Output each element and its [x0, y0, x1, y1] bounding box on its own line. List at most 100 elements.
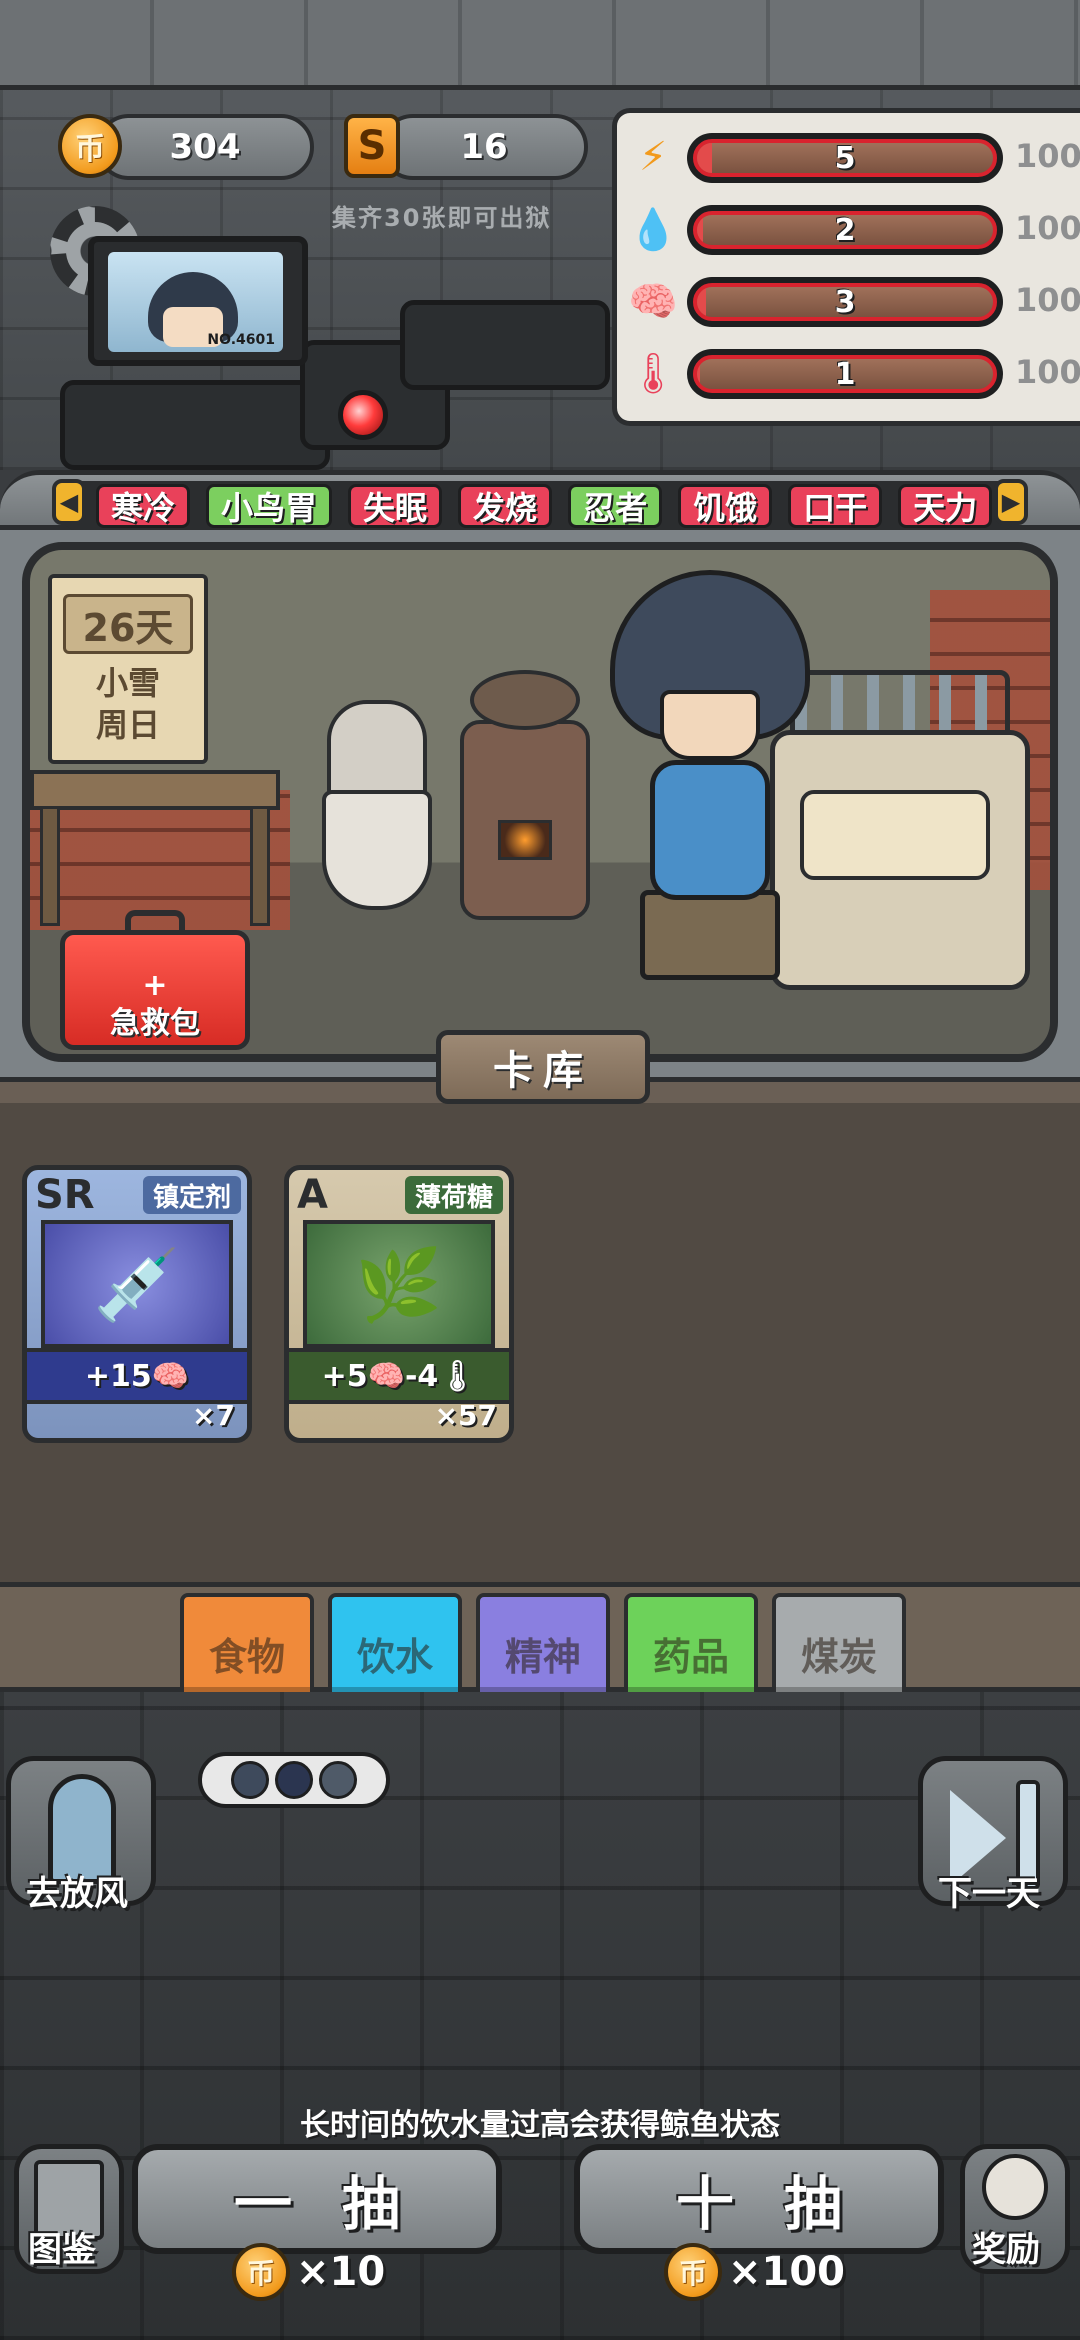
- ten-draw-cost: 币 ×100: [664, 2240, 845, 2304]
- status-chip[interactable]: 饥饿: [678, 484, 773, 528]
- stat-value: 2: [834, 212, 856, 248]
- card-sedative[interactable]: 💉 SR 镇定剂 +15🧠 ×7: [22, 1165, 252, 1443]
- ticket-counter: 16: [380, 114, 588, 180]
- desk-leg: [40, 806, 60, 926]
- card-effect: +15🧠: [27, 1348, 247, 1404]
- single-draw-button[interactable]: 一抽: [132, 2144, 502, 2254]
- prisoner-face: [660, 690, 760, 760]
- cellmates-thought-bubble: [198, 1752, 390, 1808]
- card-library-area: 💉 SR 镇定剂 +15🧠 ×7 🌿 A 薄荷糖 +5🧠-4🌡 ×57: [0, 1077, 1080, 1595]
- prisoner-head-icon: [319, 1761, 357, 1799]
- stat-row: 🧠 3 100: [628, 271, 1080, 331]
- coin-icon: 币: [58, 114, 122, 178]
- first-aid-label: 急救包: [110, 1006, 200, 1041]
- card-effect: +5🧠-4🌡: [289, 1348, 509, 1404]
- card-count: ×7: [192, 1399, 235, 1432]
- brain-icon: 🧠: [628, 278, 678, 325]
- scroll-left-arrow-icon[interactable]: ◀: [52, 479, 86, 525]
- alarm-light-icon: [338, 390, 388, 440]
- stat-max: 100: [1015, 281, 1080, 319]
- ticket-count: 16: [460, 127, 508, 167]
- thermometer-icon: 🌡: [627, 350, 679, 397]
- machine-base: [60, 380, 330, 470]
- single-draw-cost: 币 ×10: [232, 2240, 385, 2304]
- status-chip[interactable]: 寒冷: [96, 484, 191, 528]
- tab-card-library[interactable]: 卡库: [436, 1030, 650, 1104]
- stat-bar: 1: [687, 349, 1003, 399]
- cellmate-head-icon: [231, 1761, 269, 1799]
- stat-row: 🌡 1 100: [627, 343, 1080, 403]
- card-count: ×57: [434, 1399, 497, 1432]
- status-chip[interactable]: 天力: [898, 484, 993, 528]
- stat-max: 100: [1015, 209, 1080, 247]
- next-day-label: 下一天: [938, 1874, 1040, 1914]
- calendar-weekday: 周日: [95, 706, 160, 744]
- status-chip[interactable]: 失眠: [348, 484, 443, 528]
- status-chip[interactable]: 忍者: [568, 484, 663, 528]
- monitor-screen: NO.4601: [108, 252, 283, 352]
- category-bar: 食物 饮水 精神 药品 煤炭: [0, 1582, 1080, 1713]
- single-draw-cost-value: ×10: [296, 2249, 386, 2295]
- prisoner-id: NO.4601: [207, 332, 275, 348]
- stove-fire: [498, 820, 552, 860]
- prison-cell-scene: 26天 小雪 周日 + 急救包: [0, 530, 1080, 1090]
- ventilate-label: 去放风: [26, 1874, 128, 1914]
- coin-icon: 币: [232, 2243, 290, 2301]
- pillow: [800, 790, 990, 880]
- calendar: 26天 小雪 周日: [48, 574, 208, 764]
- ticket-icon: S: [344, 114, 400, 178]
- card-rank: SR: [35, 1172, 95, 1218]
- coin-count: 304: [169, 127, 241, 167]
- status-chip[interactable]: 小鸟胃: [206, 484, 333, 528]
- calendar-day: 26天: [63, 594, 193, 654]
- water-drop-icon: 💧: [628, 206, 678, 253]
- stool: [640, 890, 780, 980]
- desk: [30, 770, 280, 810]
- stat-value: 1: [834, 356, 856, 392]
- lightning-icon: ⚡: [638, 134, 668, 180]
- stat-bar: 5: [687, 133, 1003, 183]
- stat-row: ⚡ 5 100: [631, 127, 1080, 187]
- toilet[interactable]: [322, 700, 432, 920]
- mint-leaf-icon: 🌿: [355, 1244, 443, 1326]
- gameplay-tip: 长时间的饮水量过高会获得鲸鱼状态: [300, 2108, 780, 2143]
- first-aid-kit-button[interactable]: + 急救包: [60, 910, 250, 1050]
- ten-draw-cost-value: ×100: [728, 2249, 846, 2295]
- calendar-weather: 小雪: [95, 664, 160, 702]
- stat-value: 5: [834, 140, 856, 176]
- status-chip[interactable]: 口干: [788, 484, 883, 528]
- prisoner-body: [650, 760, 770, 900]
- card-name: 薄荷糖: [404, 1176, 503, 1214]
- card-mint-candy[interactable]: 🌿 A 薄荷糖 +5🧠-4🌡 ×57: [284, 1165, 514, 1443]
- prisoner-character[interactable]: [610, 570, 810, 1000]
- prisoner-monitor: NO.4601: [88, 236, 308, 366]
- toilet-bowl: [322, 790, 432, 910]
- desk-leg: [250, 806, 270, 926]
- stove-lid: [470, 670, 580, 730]
- mouse-icon: [982, 2154, 1048, 2220]
- card-name: 镇定剂: [142, 1176, 241, 1214]
- stat-max: 100: [1015, 353, 1080, 391]
- stats-board: ⚡ 5 100 💧 2 100 🧠 3 100 🌡 1 100: [612, 108, 1080, 426]
- card-art: 🌿: [303, 1220, 495, 1348]
- stat-max: 100: [1015, 137, 1080, 175]
- status-chip[interactable]: 发烧: [458, 484, 553, 528]
- coin-icon: 币: [664, 2243, 722, 2301]
- ceiling-planks: [0, 0, 1080, 90]
- reward-label: 奖励: [972, 2230, 1040, 2270]
- toilet-tank: [327, 700, 427, 800]
- cell-frame: 26天 小雪 周日 + 急救包: [22, 542, 1058, 1062]
- card-rank: A: [297, 1172, 328, 1218]
- syringe-icon: 💉: [93, 1244, 181, 1326]
- collect-hint: 集齐30张即可出狱: [332, 204, 552, 232]
- scroll-right-arrow-icon[interactable]: ▶: [994, 479, 1028, 525]
- guard-head-icon: [275, 1761, 313, 1799]
- catalog-label: 图鉴: [28, 2230, 96, 2270]
- status-effect-track: 寒冷 小鸟胃 失眠 发烧 忍者 饥饿 口干 天力: [56, 481, 1022, 531]
- top-area: 304 币 16 S 集齐30张即可出狱 NO.4601 ⚡ 5 100 💧 2 100 🧠…: [0, 0, 1080, 470]
- status-effect-strip: 寒冷 小鸟胃 失眠 发烧 忍者 饥饿 口干 天力 ◀ ▶: [0, 470, 1080, 531]
- coal-stove[interactable]: [460, 670, 590, 940]
- stat-value: 3: [834, 284, 856, 320]
- ten-draw-button[interactable]: 十抽: [574, 2144, 944, 2254]
- bed[interactable]: [770, 670, 1040, 1010]
